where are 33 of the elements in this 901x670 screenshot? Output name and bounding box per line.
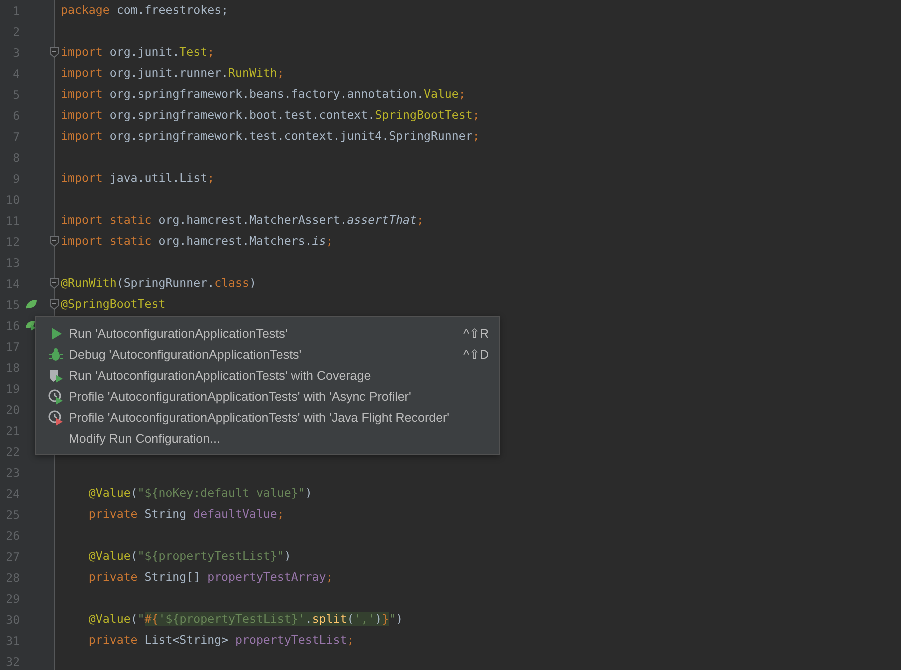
menu-item[interactable]: Modify Run Configuration...	[36, 428, 499, 449]
fold-marker-icon[interactable]	[50, 299, 59, 310]
code-line: @SpringBootTest	[61, 296, 166, 313]
menu-item[interactable]: Profile 'AutoconfigurationApplicationTests' with 'Java Flight Recorder'	[36, 407, 499, 428]
code-line: @Value("${propertyTestList}")	[88, 548, 292, 565]
leaf-icon[interactable]	[25, 299, 38, 310]
code-line: @RunWith(SpringRunner.class)	[61, 275, 256, 292]
code-line: import org.springframework.test.context.junit4.SpringRunner;	[61, 128, 480, 145]
menu-item[interactable]: Run 'AutoconfigurationApplicationTests' with Coverage	[36, 365, 499, 386]
clock-play-icon	[48, 410, 64, 426]
code-line: @Value("${noKey:default value}")	[88, 485, 312, 502]
fold-marker-icon[interactable]	[50, 47, 59, 58]
fold-marker-icon[interactable]	[50, 236, 59, 247]
menu-item[interactable]: Profile 'AutoconfigurationApplicationTests' with 'Async Profiler'	[36, 386, 499, 407]
code-line: import org.springframework.boot.test.context.SpringBootTest;	[61, 107, 480, 124]
leaf-run-icon[interactable]	[25, 320, 38, 332]
code-line: import org.junit.Test;	[61, 44, 215, 61]
shield-play-icon	[48, 368, 64, 384]
code-line: private List<String> propertyTestList;	[88, 632, 354, 649]
menu-item[interactable]: Run 'AutoconfigurationApplicationTests' ^⇧R	[36, 323, 499, 344]
code-line: import org.junit.runner.RunWith;	[61, 65, 284, 82]
bug-icon	[48, 346, 64, 362]
code-line: import org.springframework.beans.factory.annotation.Value;	[61, 86, 466, 103]
code-line: import static org.hamcrest.Matchers.is;	[61, 233, 334, 250]
code-line: import java.util.List;	[61, 170, 215, 187]
clock-play-icon	[48, 388, 64, 404]
code-line: @Value("#{'${propertyTestList}'.split(',')}")	[88, 611, 404, 628]
code-line: package com.freestrokes;	[61, 2, 229, 19]
code-line: private String[] propertyTestArray;	[88, 569, 334, 586]
fold-marker-icon[interactable]	[50, 278, 59, 289]
code-line: import static org.hamcrest.MatcherAssert.assertThat;	[61, 212, 424, 229]
code-line: private String defaultValue;	[88, 506, 284, 523]
menu-item[interactable]: Debug 'AutoconfigurationApplicationTests' ^⇧D	[36, 344, 499, 365]
